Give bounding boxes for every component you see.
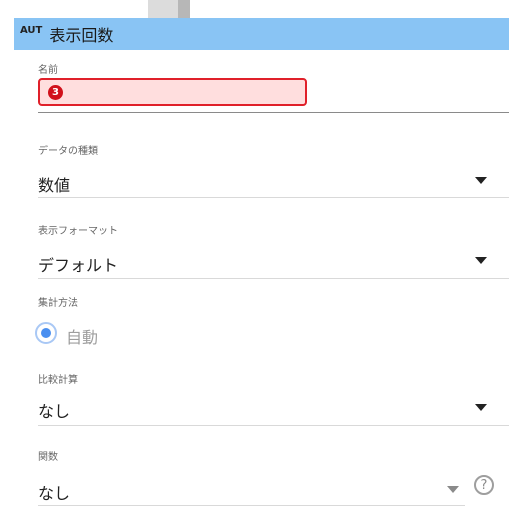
help-icon[interactable]: ? bbox=[474, 475, 494, 495]
data-type-value[interactable]: 数値 bbox=[38, 172, 70, 196]
name-underline bbox=[38, 112, 509, 113]
aggregation-option-label: 自動 bbox=[66, 328, 99, 347]
comparison-underline bbox=[38, 425, 509, 426]
scrollbar-thumb[interactable] bbox=[178, 0, 190, 18]
error-badge: 3 bbox=[48, 85, 63, 100]
aggregation-radio[interactable] bbox=[35, 322, 57, 344]
function-dropdown-icon[interactable] bbox=[447, 486, 459, 493]
data-type-dropdown-icon[interactable] bbox=[475, 177, 487, 184]
top-strip bbox=[0, 0, 509, 18]
field-editor-panel: 名前 3 データの種類 数値 表示フォーマット デフォルト 集計方法 自動 比較… bbox=[14, 50, 509, 524]
comparison-label: 比較計算 bbox=[38, 375, 78, 386]
field-type-tag: AUT bbox=[20, 24, 43, 36]
function-value[interactable]: なし bbox=[38, 480, 70, 504]
data-type-label: データの種類 bbox=[38, 146, 98, 157]
function-underline bbox=[38, 505, 465, 506]
comparison-dropdown-icon[interactable] bbox=[475, 404, 487, 411]
display-format-value[interactable]: デフォルト bbox=[38, 252, 118, 276]
display-format-label: 表示フォーマット bbox=[38, 226, 118, 237]
comparison-value[interactable]: なし bbox=[38, 398, 70, 422]
name-input[interactable]: 3 bbox=[38, 78, 307, 106]
radio-selected-dot bbox=[41, 328, 51, 338]
aggregation-label: 集計方法 bbox=[38, 298, 78, 309]
function-label: 関数 bbox=[38, 452, 58, 463]
display-format-underline bbox=[38, 278, 509, 279]
display-format-dropdown-icon[interactable] bbox=[475, 257, 487, 264]
panel-title: 表示回数 bbox=[49, 26, 114, 45]
data-type-underline bbox=[38, 197, 509, 198]
panel-header: AUT 表示回数 bbox=[14, 18, 509, 50]
name-label: 名前 bbox=[38, 65, 58, 76]
